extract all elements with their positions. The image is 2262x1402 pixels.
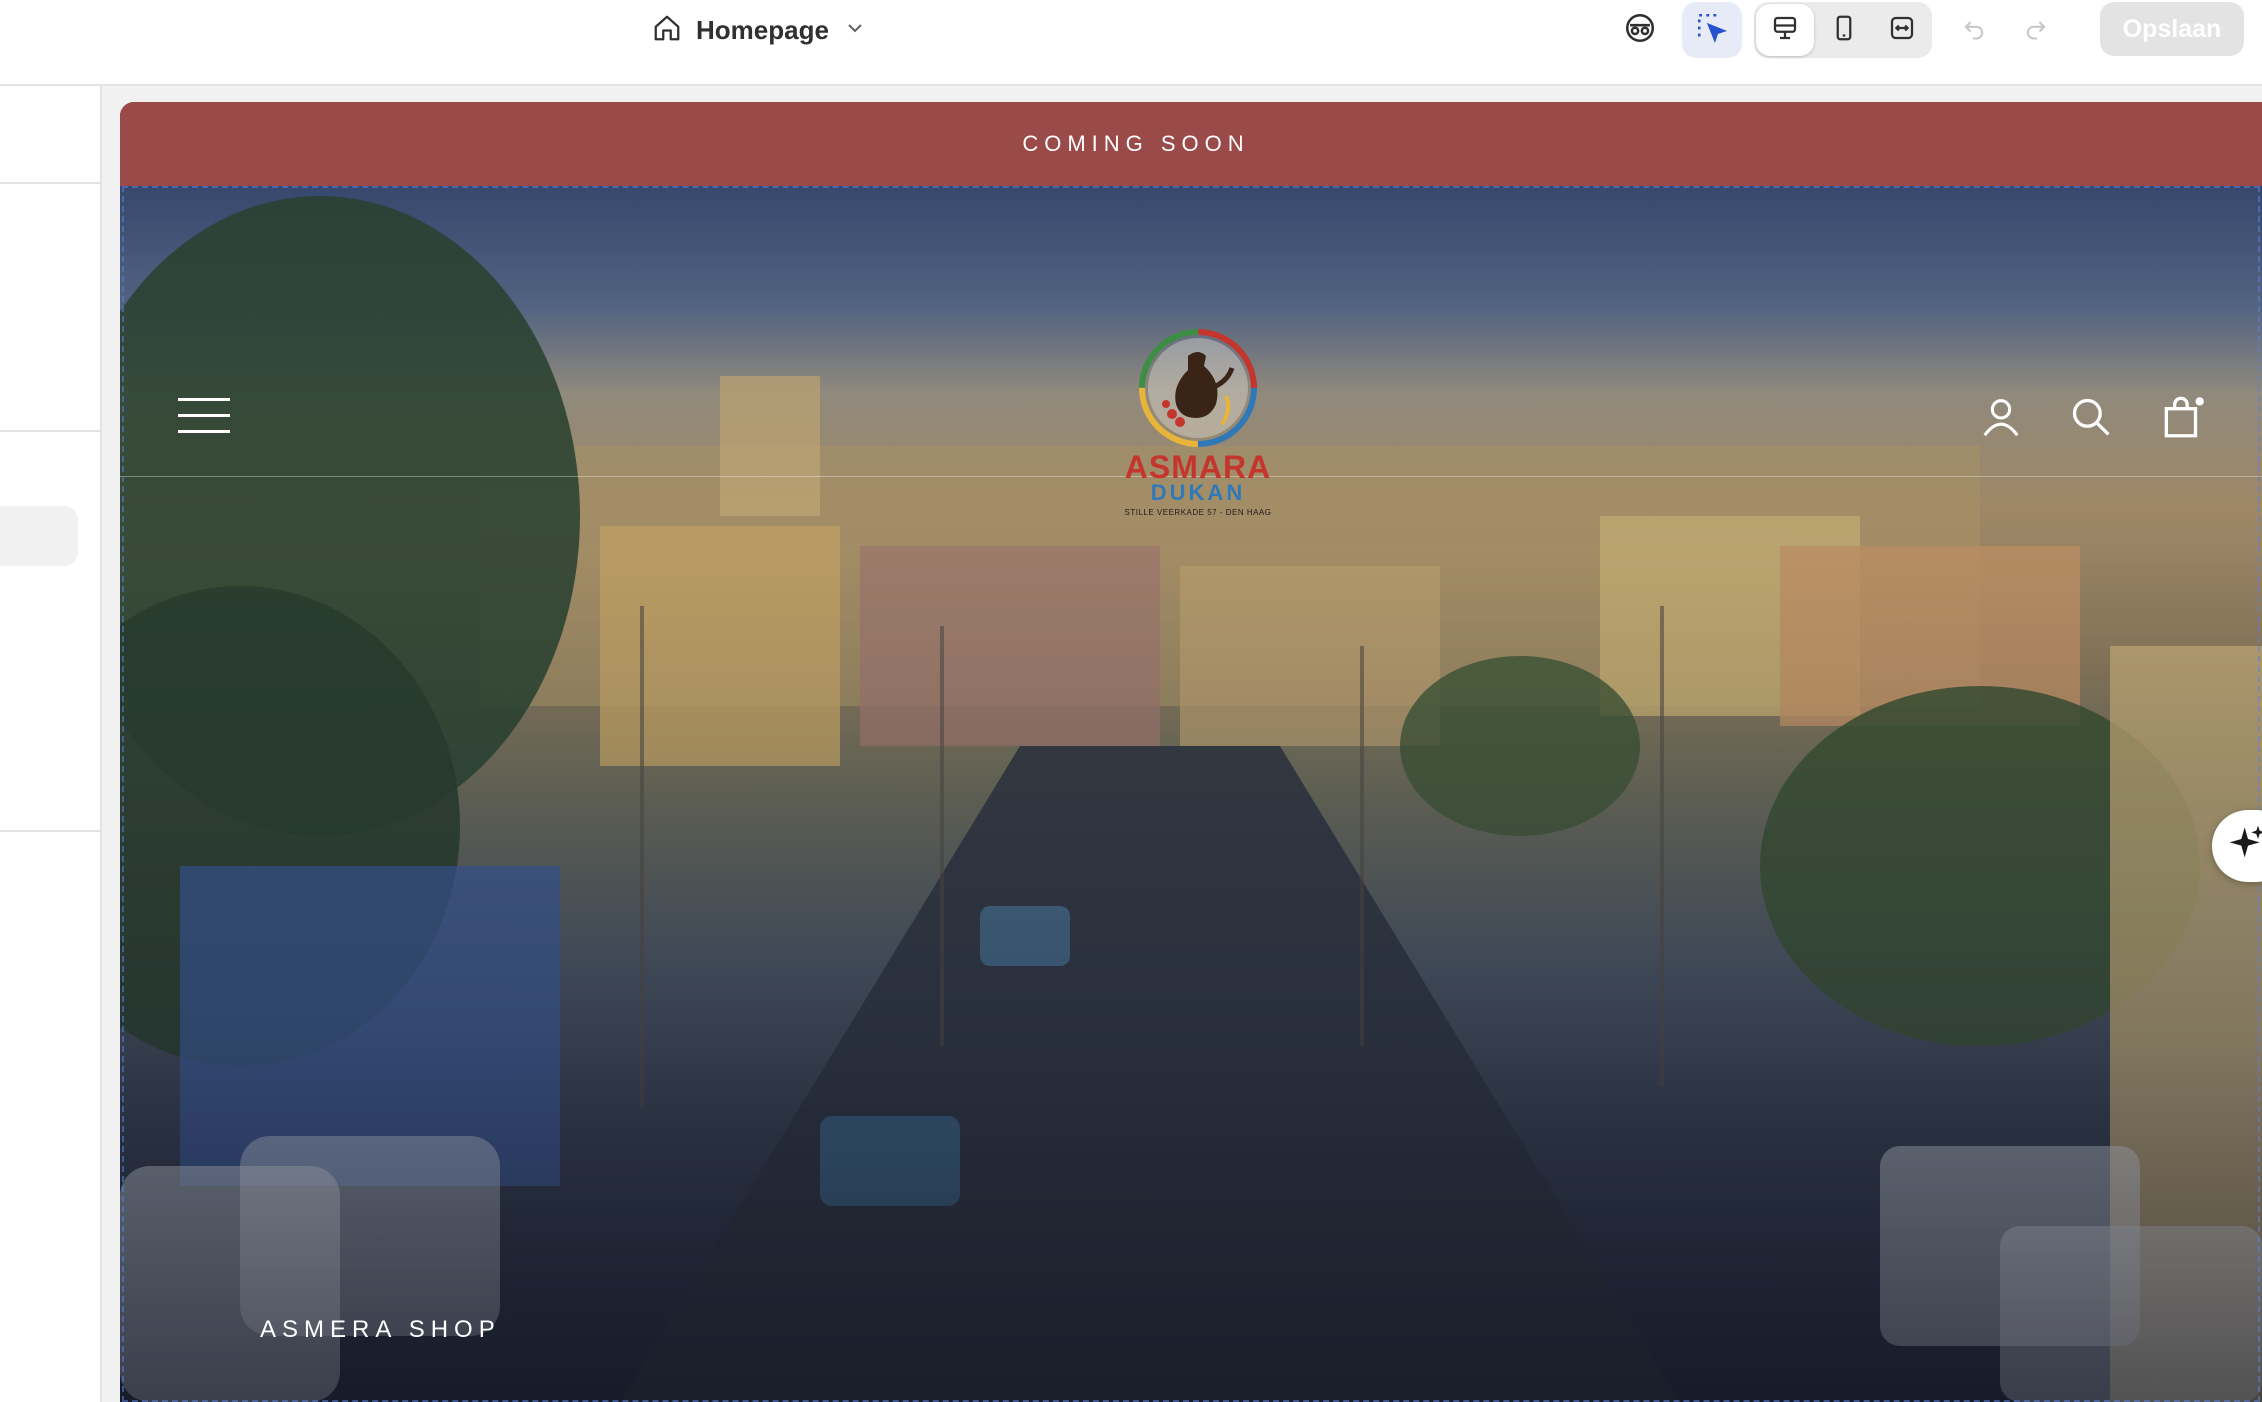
- desktop-view-button[interactable]: [1756, 4, 1814, 56]
- sidebar-divider: [0, 830, 100, 832]
- mobile-view-button[interactable]: [1814, 2, 1874, 58]
- redo-button[interactable]: [2006, 2, 2066, 58]
- announcement-text: COMING SOON: [1022, 131, 1250, 156]
- undo-icon: [1960, 14, 1988, 47]
- cart-button[interactable]: [2156, 392, 2210, 446]
- editor-sidebar: [0, 86, 102, 1402]
- chevron-down-icon: [843, 16, 867, 45]
- menu-button[interactable]: [178, 398, 230, 434]
- cart-icon: [2158, 392, 2208, 447]
- mobile-icon: [1829, 13, 1859, 48]
- hero-eyebrow: ASMERA SHOP: [260, 1316, 501, 1343]
- inspector-incognito-button[interactable]: [1610, 2, 1670, 58]
- page-selector[interactable]: Homepage: [652, 8, 867, 52]
- logo-address: STILLE VEERKADE 57 - DEN HAAG: [1124, 508, 1272, 517]
- search-button[interactable]: [2064, 392, 2118, 446]
- announcement-bar[interactable]: COMING SOON: [120, 102, 2262, 186]
- redo-icon: [2022, 14, 2050, 47]
- fullwidth-icon: [1887, 13, 1917, 48]
- search-icon: [2069, 395, 2113, 444]
- select-cursor-icon: [1695, 11, 1729, 50]
- hero-headline: WELCOME TO OUR SHOP: [260, 1394, 1002, 1402]
- hamburger-icon: [178, 398, 230, 401]
- logo-subname: DUKAN: [1150, 480, 1246, 505]
- sidebar-divider: [0, 430, 100, 432]
- select-element-button[interactable]: [1682, 2, 1742, 58]
- home-icon: [652, 13, 682, 48]
- store-logo[interactable]: ASMARA DUKAN STILLE VEERKADE 57 - DEN HA…: [1108, 326, 1288, 517]
- logo-name: ASMARA: [1124, 449, 1272, 485]
- editor-topbar: Homepage Opslaan: [0, 0, 2262, 86]
- incognito-icon: [1623, 11, 1657, 50]
- save-button[interactable]: Opslaan: [2100, 2, 2244, 56]
- desktop-icon: [1770, 13, 1800, 48]
- account-icon: [1978, 394, 2024, 445]
- store-preview: COMING SOON ASMARA DUKAN STILLE VEERKADE…: [120, 102, 2262, 1402]
- fullwidth-view-button[interactable]: [1872, 2, 1932, 58]
- undo-button[interactable]: [1944, 2, 2004, 58]
- account-button[interactable]: [1974, 392, 2028, 446]
- logo-emblem-icon: [1139, 329, 1257, 447]
- sparkle-icon: [2228, 824, 2262, 869]
- sidebar-item-selected[interactable]: [0, 506, 78, 566]
- sidebar-divider: [0, 182, 100, 184]
- hero-banner[interactable]: ASMARA DUKAN STILLE VEERKADE 57 - DEN HA…: [120, 186, 2262, 1402]
- page-selector-label: Homepage: [696, 14, 829, 45]
